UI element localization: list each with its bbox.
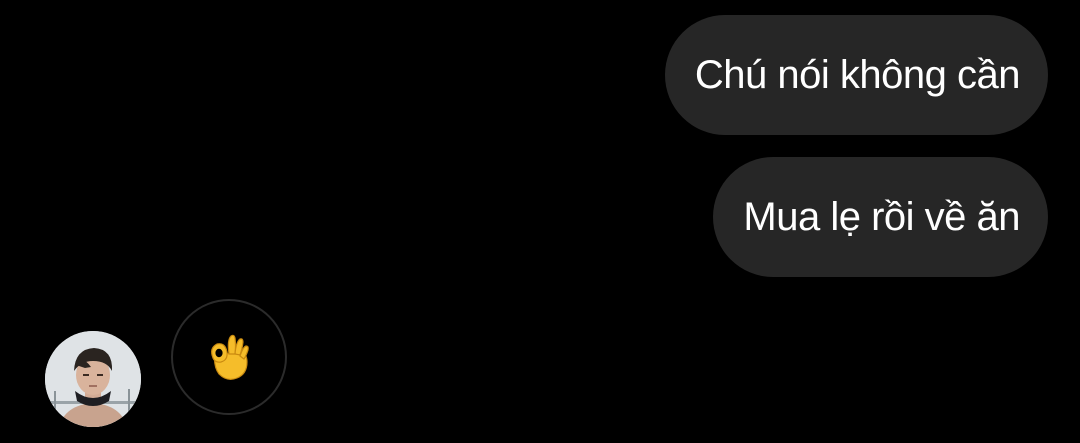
avatar-photo-icon [45,331,141,427]
emoji-message[interactable] [171,299,287,415]
chat-thread: Chú nói không cần Mua lẹ rồi về ăn [0,0,1080,443]
ok-hand-emoji-icon [211,334,249,380]
outgoing-message-bubble[interactable]: Chú nói không cần [664,15,1048,135]
outgoing-message-bubble[interactable]: Mua lẹ rồi về ăn [713,157,1048,277]
contact-avatar[interactable] [45,331,141,427]
